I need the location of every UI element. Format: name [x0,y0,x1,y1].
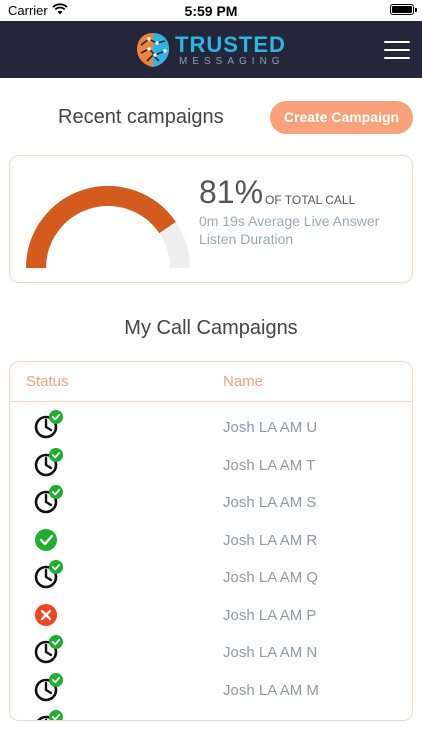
table-row[interactable]: Josh LA AM U [10,403,412,441]
create-campaign-button[interactable]: Create Campaign [270,101,413,134]
battery-icon [390,4,417,15]
clock-icon [34,560,63,589]
table-header: Status Name [10,362,412,402]
campaign-name: Josh LA AM S [223,494,317,511]
logo-subtitle: MESSAGING [179,56,285,67]
campaign-name: Josh LA AM T [223,456,316,474]
clock-icon [37,710,63,720]
table-row[interactable]: Josh LA AM N [10,628,412,666]
check-icon [35,528,57,551]
campaign-name: Josh LA AM Q [223,569,319,586]
recent-campaigns-title: Recent campaigns [58,106,224,128]
call-percentage-gauge [26,186,190,269]
campaigns-table: Status Name Josh LA AM U Josh LA AM T Josh… [9,361,413,721]
status-bar: Carrier 5:59 PM [0,0,422,21]
table-row[interactable]: Josh LA AM P [10,591,412,629]
campaign-name: Josh LA AM R [223,531,318,549]
hamburger-menu-icon[interactable] [384,41,410,59]
app-header: TRUSTED MESSAGING [0,21,422,78]
average-duration-text: 0m 19s Average Live Answer Listen Durati… [199,213,380,247]
campaign-summary-card: 81% OF TOTAL CALL 0m 19s Average Live An… [9,155,413,283]
table-row[interactable]: Josh LA AM R [10,516,412,554]
name-column-header: Name [223,373,264,390]
status-column-header: Status [26,373,69,390]
brain-logo-icon [137,33,169,67]
percent-label: OF TOTAL CALL [265,193,356,207]
gauge-fill [26,186,176,269]
campaign-name: Josh LA AM M [223,681,319,699]
clock-icon [34,672,63,701]
campaign-name: Josh LA AM P [223,606,317,624]
cross-icon [35,603,57,626]
table-row[interactable]: Josh LA AM M [10,666,412,704]
percent-value: 81% [199,174,264,210]
clock-icon [34,447,63,476]
my-call-campaigns-title: My Call Campaigns [124,317,298,339]
clock-icon [34,410,63,439]
table-row[interactable]: Josh LA AM Q [10,553,412,591]
app-logo: TRUSTED MESSAGING [135,29,295,71]
clock-icon [34,485,63,514]
table-row[interactable]: Josh LA AM S [10,478,412,516]
campaign-name: Josh LA AM N [223,644,318,661]
clock-time: 5:59 PM [184,3,238,19]
table-body: Josh LA AM U Josh LA AM T Josh LA AM S Josh… [10,403,412,720]
table-row[interactable]: Josh LA AM T [10,441,412,479]
logo-title: TRUSTED [175,32,286,57]
clock-icon [34,635,63,664]
campaign-name: Josh LA AM U [223,419,318,436]
table-row[interactable] [10,703,412,720]
